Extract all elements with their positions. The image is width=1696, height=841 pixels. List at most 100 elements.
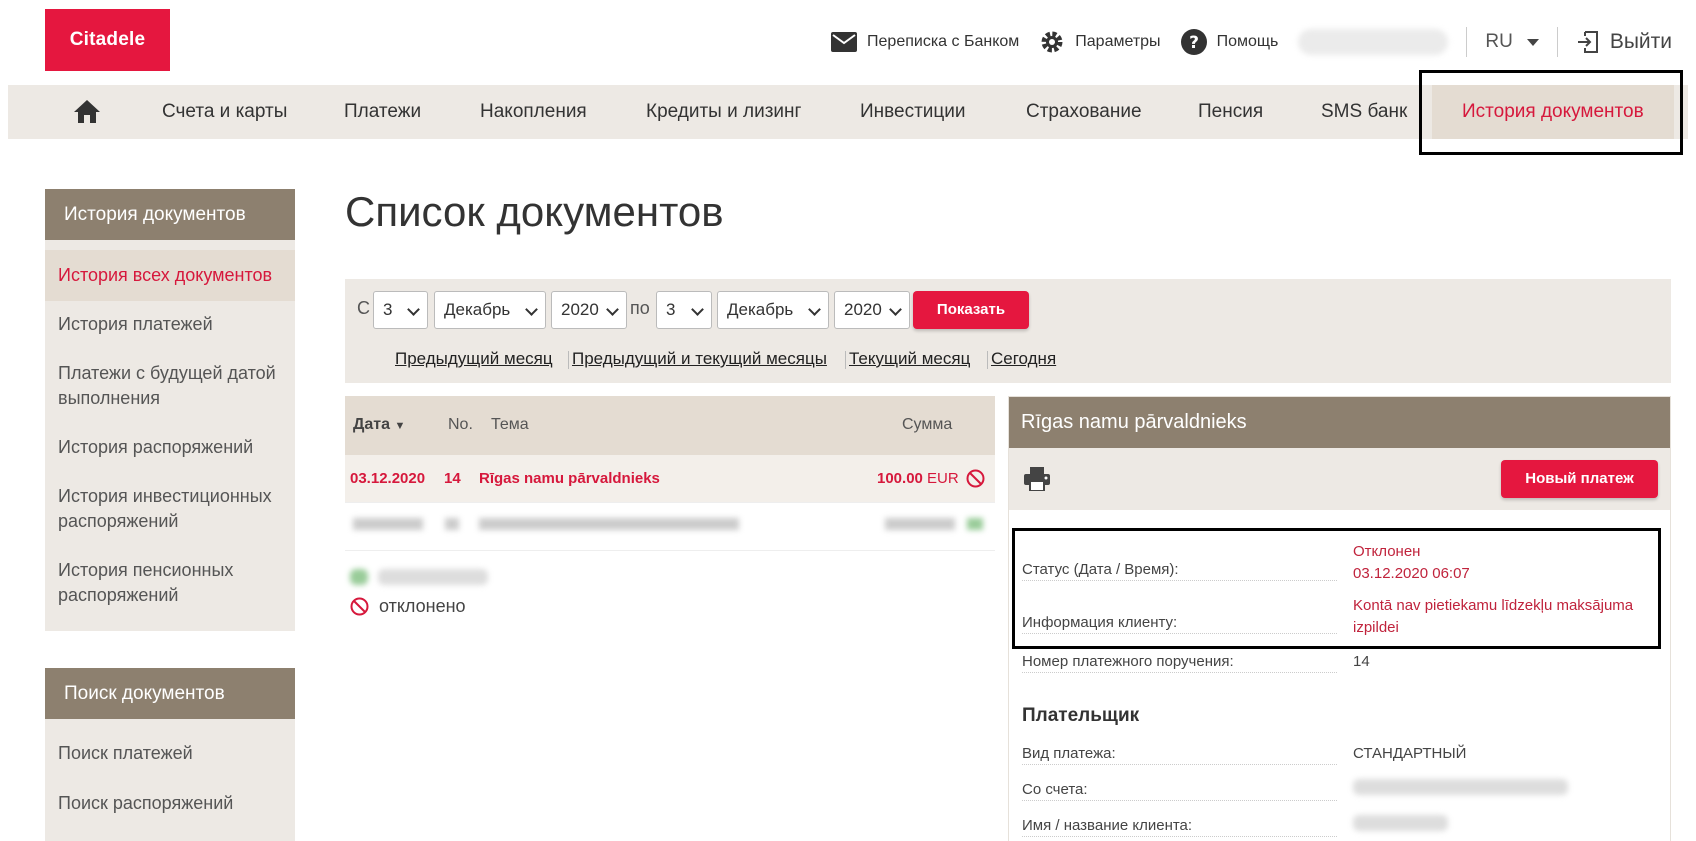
client-info-label: Информация клиенту: xyxy=(1022,614,1337,634)
client-name-value-blurred xyxy=(1353,815,1663,838)
sidebar-item-payment-history[interactable]: История платежей xyxy=(45,312,295,337)
chevron-down-icon xyxy=(606,303,619,316)
order-number-value: 14 xyxy=(1353,653,1370,670)
client-name-label: Имя / название клиента: xyxy=(1022,817,1337,837)
status-datetime: 03.12.2020 06:07 xyxy=(1353,565,1470,582)
from-month-select[interactable]: Декабрь xyxy=(434,291,546,329)
blurred-cell xyxy=(479,518,739,530)
svg-text:?: ? xyxy=(1189,33,1199,53)
column-date: Дата xyxy=(353,416,391,433)
to-day-select[interactable]: 3 xyxy=(656,291,712,329)
nav-pension[interactable]: Пенсия xyxy=(1198,85,1263,139)
chevron-down-icon xyxy=(808,303,821,316)
legend-rejected-label: отклонено xyxy=(379,596,466,616)
divider xyxy=(845,351,846,369)
nav-insurance[interactable]: Страхование xyxy=(1026,85,1142,139)
row-number: 14 xyxy=(444,470,461,487)
page-title: Список документов xyxy=(345,188,724,235)
from-year-select[interactable]: 2020 xyxy=(551,291,627,329)
to-day-value: 3 xyxy=(666,300,676,319)
row-amount: 100.00 xyxy=(877,470,923,487)
status-value: Отклонен xyxy=(1353,543,1421,560)
table-header: Дата ▼ No. Тема Сумма xyxy=(345,396,995,455)
sidebar-item-orders-history[interactable]: История распоряжений xyxy=(45,435,295,460)
sidebar-item-investment-orders[interactable]: История инвестиционных распоряжений xyxy=(45,484,295,534)
print-icon[interactable] xyxy=(1024,467,1050,491)
sidebar-item-search-payments[interactable]: Поиск платежей xyxy=(45,741,295,766)
blurred-legend-label xyxy=(378,569,488,585)
logout-label: Выйти xyxy=(1609,30,1672,53)
help-label: Помощь xyxy=(1216,33,1279,50)
sidebar-item-all-documents[interactable]: История всех документов xyxy=(45,250,295,301)
nav-payments[interactable]: Платежи xyxy=(344,85,421,139)
nav-savings[interactable]: Накопления xyxy=(480,85,587,139)
table-row-blurred[interactable] xyxy=(345,503,995,551)
from-month-value: Декабрь xyxy=(444,300,511,319)
blurred-cell xyxy=(885,518,955,530)
sidebar-item-future-payments[interactable]: Платежи с будущей датой выполнения xyxy=(45,361,295,411)
order-number-label: Номер платежного поручения: xyxy=(1022,653,1337,673)
to-year-select[interactable]: 2020 xyxy=(834,291,910,329)
column-date-sort[interactable]: Дата ▼ xyxy=(353,416,405,434)
blurred-cell xyxy=(353,518,423,530)
table-row[interactable]: 03.12.2020 14 Rīgas namu pārvaldnieks 10… xyxy=(345,455,995,503)
chevron-down-icon xyxy=(525,303,538,316)
sidebar-history-title: История документов xyxy=(45,189,295,240)
sidebar-search-title: Поиск документов xyxy=(45,668,295,719)
to-month-value: Декабрь xyxy=(727,300,794,319)
language-label: RU xyxy=(1485,31,1513,52)
from-label: С xyxy=(357,298,370,318)
status-label: Статус (Дата / Время): xyxy=(1022,561,1337,581)
nav-investments[interactable]: Инвестиции xyxy=(860,85,966,139)
date-filter-panel: С 3 Декабрь 2020 по 3 Декабрь 2020 Показ… xyxy=(345,279,1671,383)
citadele-logo[interactable]: Citadele xyxy=(45,9,170,71)
chevron-down-icon xyxy=(889,303,902,316)
language-selector[interactable]: RU xyxy=(1485,31,1539,53)
top-toolbar: Переписка с Банком Параметры ? Помощь RU… xyxy=(811,22,1672,62)
messages-link[interactable]: Переписка с Банком xyxy=(831,32,1019,52)
logout-button[interactable]: Выйти xyxy=(1576,30,1672,54)
sidebar-history: История документов История всех документ… xyxy=(45,189,295,631)
nav-loans-leasing[interactable]: Кредиты и лизинг xyxy=(646,85,801,139)
to-month-select[interactable]: Декабрь xyxy=(717,291,829,329)
payment-type-row: Вид платежа: СТАНДАРТНЫЙ xyxy=(1022,745,1662,767)
settings-label: Параметры xyxy=(1075,33,1161,50)
nav-home[interactable] xyxy=(74,99,100,128)
nav-sms-bank[interactable]: SMS банк xyxy=(1321,85,1407,139)
show-button[interactable]: Показать xyxy=(913,291,1029,329)
from-account-row: Со счета: xyxy=(1022,779,1663,803)
user-name-blurred xyxy=(1298,29,1449,55)
quick-link-today[interactable]: Сегодня xyxy=(991,349,1056,369)
chevron-down-icon xyxy=(691,303,704,316)
row-subject: Rīgas namu pārvaldnieks xyxy=(479,470,660,487)
nav-document-history[interactable]: История документов xyxy=(1432,85,1674,139)
quick-link-previous-month[interactable]: Предыдущий месяц xyxy=(395,349,553,369)
nav-accounts-cards[interactable]: Счета и карты xyxy=(162,85,287,139)
sidebar-item-pension-orders[interactable]: История пенсионных распоряжений xyxy=(45,558,295,608)
divider xyxy=(987,351,988,369)
settings-link[interactable]: Параметры xyxy=(1039,29,1161,55)
detail-toolbar: Новый платеж xyxy=(1009,448,1670,510)
from-account-value-blurred xyxy=(1353,779,1663,802)
from-day-select[interactable]: 3 xyxy=(373,291,428,329)
quick-link-previous-current-month[interactable]: Предыдущий и текущий месяцы xyxy=(572,349,827,369)
help-icon: ? xyxy=(1180,29,1207,55)
legend-rejected: отклонено xyxy=(350,596,466,617)
row-date: 03.12.2020 xyxy=(350,470,426,487)
gear-icon xyxy=(1041,31,1063,53)
row-currency: EUR xyxy=(927,470,959,487)
quick-link-current-month[interactable]: Текущий месяц xyxy=(849,349,970,369)
status-value-block: Отклонен 03.12.2020 06:07 xyxy=(1353,541,1663,585)
rejected-icon xyxy=(350,597,369,616)
from-account-label: Со счета: xyxy=(1022,781,1337,801)
to-label: по xyxy=(630,298,650,318)
envelope-icon xyxy=(831,32,858,52)
column-amount: Сумма xyxy=(902,416,953,433)
help-link[interactable]: ? Помощь xyxy=(1180,29,1279,55)
new-payment-button[interactable]: Новый платеж xyxy=(1501,460,1658,498)
client-info-value: Kontā nav pietiekamu līdzekļu maksājuma … xyxy=(1353,597,1634,636)
sidebar-item-search-orders[interactable]: Поиск распоряжений xyxy=(45,791,295,816)
logout-icon xyxy=(1577,31,1598,53)
main-navigation: Счета и карты Платежи Накопления Кредиты… xyxy=(8,85,1688,139)
order-number-row: Номер платежного поручения: 14 xyxy=(1022,653,1662,675)
